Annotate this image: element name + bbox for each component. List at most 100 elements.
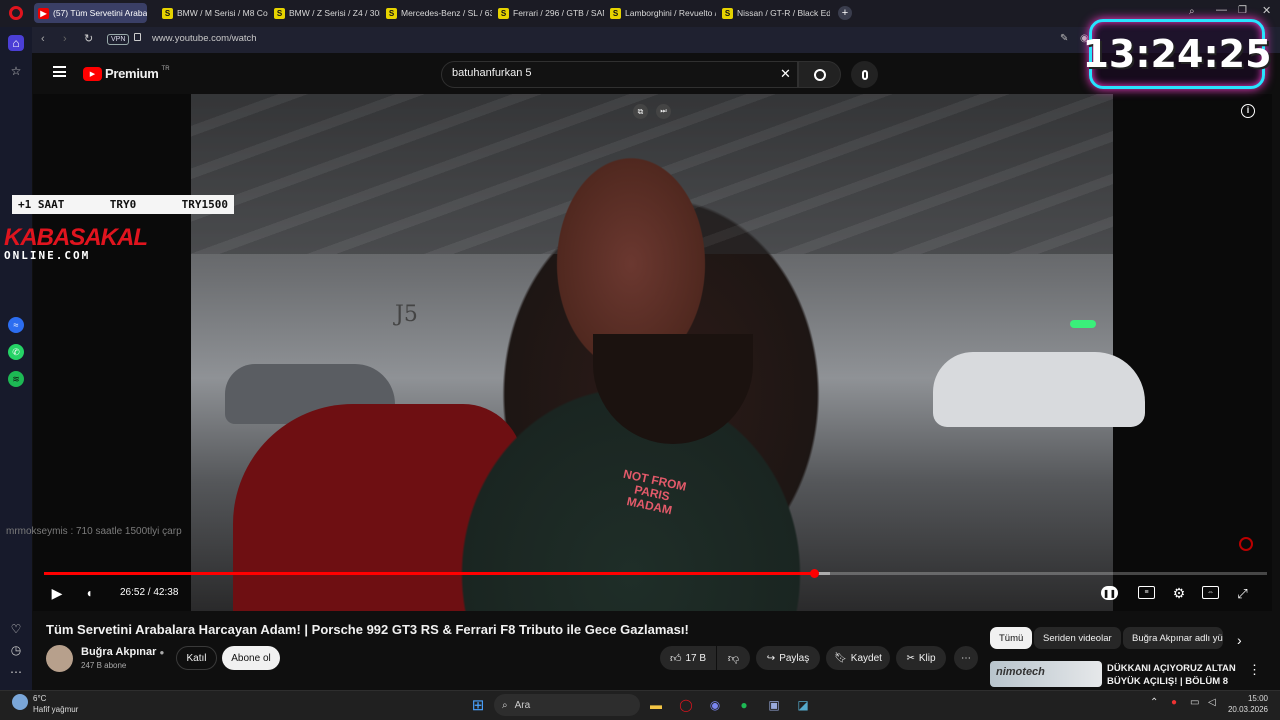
tab-nissan-gtr[interactable]: S Nissan / GT-R / Black Editi [718,3,830,23]
kebab-menu-icon[interactable]: ⋮ [1248,662,1261,678]
progress-played [44,572,815,575]
microphone-tray-icon[interactable]: ● [1171,697,1177,708]
search-button[interactable] [798,61,841,88]
bookmark-icon: 🔖︎ [834,652,847,664]
maximize-icon[interactable]: ❐ [1238,5,1247,16]
like-button[interactable]: 👍︎ 17 B [660,646,716,670]
system-clock[interactable]: 15:00 20.03.2026 [1226,693,1268,715]
tab-ferrari-296[interactable]: S Ferrari / 296 / GTB / SANTO [494,3,604,23]
info-icon[interactable]: i [1241,104,1255,118]
sahibinden-icon: S [386,7,397,19]
video-title: Tüm Servetini Arabalara Harcayan Adam! |… [46,622,689,637]
recommendation-title[interactable]: DÜKKANI AÇIYORUZ ALTAN BÜYÜK AÇILIŞ! | B… [1107,662,1236,688]
save-button[interactable]: 🔖︎ Kaydet [826,646,890,670]
photos-icon[interactable]: ◪ [793,695,813,715]
fullscreen-icon[interactable]: ⤢ [1234,585,1251,602]
chevron-right-icon[interactable]: › [1237,632,1242,648]
tab-mercedes-sl[interactable]: S Mercedes-Benz / SL / 63 AMG [382,3,492,23]
minimize-icon[interactable]: — [1216,4,1227,16]
speaker-icon[interactable]: ◁ [1208,697,1216,708]
windows-start-icon[interactable]: ⊞ [468,695,488,715]
weather-widget[interactable]: 6°C Hafif yağmur [33,693,78,715]
weather-icon[interactable] [12,694,28,710]
logo-bottom-text: ONLINE.COM [4,249,91,262]
video-player[interactable]: J5 i ⧉ ⏭ [33,94,1272,611]
voice-search-button[interactable] [851,61,878,88]
back-icon[interactable]: ‹ [41,33,45,45]
share-label: Paylaş [779,652,810,664]
channel-name-text: Buğra Akpınar [81,646,157,658]
network-icon[interactable]: ▭ [1190,697,1199,708]
chip-channel[interactable]: Buğra Akpınar adlı yü [1123,627,1223,649]
menu-icon[interactable] [53,66,66,77]
play-icon[interactable]: ▶ [48,585,66,601]
tab-search-icon[interactable]: ⌕ [1189,6,1195,17]
browser-sidebar: ⌂ ☆ ≈ ✆ ≋ ♡ ◷ ⋯ [0,27,32,690]
messenger-icon[interactable]: ≈ [8,317,24,333]
youtube-logo[interactable]: ▶ Premium TR [83,66,170,81]
more-horizontal-icon: ⋯ [961,652,971,664]
chip-all[interactable]: Tümü [990,627,1033,649]
green-exit-light [1070,320,1096,328]
tab-youtube[interactable]: ▶ (57) Tüm Servetini Arabala [34,3,147,23]
rec-title-line1: DÜKKANI AÇIYORUZ ALTAN [1107,663,1236,674]
spotify-taskbar-icon[interactable]: ● [734,695,754,715]
subscriber-count: 247 B abone [81,661,127,670]
tab-label: BMW / M Serisi / M8 Coupe [177,8,268,18]
youtube-icon: ▶ [38,7,49,19]
sahibinden-icon: S [498,7,509,19]
forward-icon[interactable]: › [63,33,67,45]
miniplayer-icon[interactable]: ⧉ [633,104,648,119]
scissors-icon: ✂ [906,652,915,664]
like-count: 17 B [685,652,707,664]
discord-icon[interactable]: ◉ [705,695,725,715]
recommendation-thumbnail[interactable]: nimotech [990,661,1102,687]
subtitles-icon[interactable]: ≡ [1138,586,1155,599]
spotify-icon[interactable]: ≋ [8,371,24,387]
tray-chevron-icon[interactable]: ⌃ [1150,697,1158,708]
app-icon[interactable]: ▣ [764,695,784,715]
autoplay-toggle[interactable]: ❚❚ [1101,586,1118,600]
file-explorer-icon[interactable]: ▬ [646,695,666,715]
temperature: 6°C [33,694,47,703]
skip-icon[interactable]: ⏭ [656,104,671,119]
heart-icon[interactable]: ♡ [8,621,24,637]
history-icon[interactable]: ◷ [8,642,24,658]
volume-icon[interactable]: ◖ [80,585,98,601]
clock-date: 20.03.2026 [1227,705,1268,714]
chip-series[interactable]: Seriden videolar [1034,627,1121,649]
opera-logo-icon[interactable] [9,6,23,20]
home-icon[interactable]: ⌂ [8,35,24,51]
dislike-button[interactable]: 👎︎ [717,646,750,670]
new-tab-icon[interactable]: + [838,6,852,20]
url-text[interactable]: www.youtube.com/watch [152,33,257,44]
close-window-icon[interactable]: ✕ [1262,4,1271,17]
opera-icon[interactable]: ◯ [676,695,696,715]
channel-avatar[interactable] [46,645,73,672]
edit-icon[interactable]: ✎ [1060,33,1068,44]
tab-label: BMW / Z Serisi / Z4 / 30i [289,8,380,18]
tab-lamborghini[interactable]: S Lamborghini / Revuelto / [606,3,716,23]
tab-bmw-m8[interactable]: S BMW / M Serisi / M8 Coupe [158,3,268,23]
clip-button[interactable]: ✂ Klip [896,646,946,670]
watermark-icon [1239,537,1253,551]
tab-bmw-z4[interactable]: S BMW / Z Serisi / Z4 / 30i [270,3,380,23]
logo-top-text: KABASAKAL [4,224,148,251]
sahibinden-icon: S [274,7,285,19]
thumbnail-text: nimotech [996,666,1045,678]
clear-search-icon[interactable]: ✕ [780,66,791,82]
share-button[interactable]: ↪ Paylaş [756,646,820,670]
join-button[interactable]: Katıl [176,646,217,670]
whatsapp-icon[interactable]: ✆ [8,344,24,360]
settings-icon[interactable]: ⚙ [1170,584,1188,602]
reload-icon[interactable]: ↻ [84,32,93,45]
theater-mode-icon[interactable]: ⇔ [1202,586,1219,599]
more-icon[interactable]: ⋯ [8,664,24,680]
channel-name[interactable]: Buğra Akpınar ● [81,646,164,658]
subscribe-button[interactable]: Abone ol [222,646,280,670]
stream-clock: 13:24:25 [1082,19,1272,89]
more-actions-button[interactable]: ⋯ [954,646,978,670]
star-icon[interactable]: ☆ [8,63,24,79]
vpn-badge[interactable]: VPN [107,34,130,45]
taskbar-search[interactable]: ⌕ Ara [494,694,640,716]
